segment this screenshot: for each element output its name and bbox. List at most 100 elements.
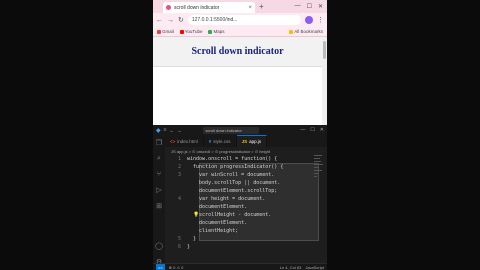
line-number: 1 xyxy=(177,156,181,162)
vscode-logo-icon: ◆ xyxy=(156,127,161,134)
line-text: function progressIndicator() { xyxy=(187,164,284,170)
problems-indicator[interactable]: ⊗ 0 ⚠ 0 xyxy=(169,265,184,270)
vscode-window: ◆ ≡ ← → scroll down indicator — ☐ ✕ ❐ ⌕ … xyxy=(153,125,327,270)
browser-tab-bar: scroll down indicator × + — ☐ ✕ xyxy=(153,0,327,13)
youtube-icon xyxy=(179,29,184,34)
profile-avatar[interactable] xyxy=(305,16,313,24)
line-text: } xyxy=(187,236,197,242)
back-icon[interactable]: ← xyxy=(156,17,163,24)
code-line: documentElement. xyxy=(165,219,327,227)
bookmark-gmail[interactable]: Gmail xyxy=(157,29,174,34)
tab-label: app.js xyxy=(249,139,262,144)
status-bar: >< ⊗ 0 ⚠ 0 Ln 4, Col 83 JavaScript xyxy=(153,263,327,270)
hamburger-menu-icon[interactable]: ≡ xyxy=(164,127,167,133)
nav-back-icon[interactable]: ← xyxy=(170,128,175,133)
activity-bar: ❐ ⌕ ⑂ ▷ ⊞ ◯ ⚙ xyxy=(153,135,165,270)
line-number: 2 xyxy=(177,164,181,170)
language-mode[interactable]: JavaScript xyxy=(305,265,324,270)
window-controls: — ☐ ✕ xyxy=(295,3,323,10)
code-line: clientHeight; xyxy=(165,227,327,235)
gmail-icon xyxy=(157,29,161,34)
code-line: 5 } xyxy=(165,235,327,243)
line-text: body.scrollTop || document. xyxy=(187,180,281,186)
line-number: 3 xyxy=(177,172,181,178)
cursor-position[interactable]: Ln 4, Col 83 xyxy=(280,265,302,270)
command-center-search[interactable]: scroll down indicator xyxy=(202,126,259,134)
js-file-icon: JS xyxy=(241,139,248,144)
line-text: scrollHeight - document. xyxy=(187,212,272,218)
line-text: var winScroll = document. xyxy=(187,172,275,178)
maps-icon xyxy=(208,29,213,34)
tab-label: index.html xyxy=(177,138,198,144)
line-text: } xyxy=(187,244,191,250)
breadcrumb[interactable]: JS app.js > ⊙ onscroll > ⊙ progressIndic… xyxy=(165,147,327,155)
code-line: documentElement.scrollTop; xyxy=(165,187,327,195)
code-line: documentElement. xyxy=(165,203,327,211)
vs-maximize-button[interactable]: ☐ xyxy=(310,127,314,133)
explorer-icon[interactable]: ❐ xyxy=(156,139,162,147)
browser-tab[interactable]: scroll down indicator × xyxy=(163,2,255,13)
search-icon[interactable]: ⌕ xyxy=(157,155,161,163)
all-bookmarks[interactable]: All Bookmarks xyxy=(289,29,323,34)
maximize-button[interactable]: ☐ xyxy=(307,3,312,10)
bookmark-label: YouTube xyxy=(184,29,203,34)
line-number: 6 xyxy=(177,244,181,250)
code-line: 4 var height = document. xyxy=(165,195,327,203)
remote-indicator[interactable]: >< xyxy=(156,263,165,270)
line-text: var height = document. xyxy=(187,196,266,202)
code-line: 3 var winScroll = document. xyxy=(165,171,327,179)
bookmark-youtube[interactable]: YouTube xyxy=(179,29,203,34)
line-text: documentElement. xyxy=(187,220,248,226)
page-scrollbar[interactable] xyxy=(322,37,327,125)
folder-icon xyxy=(289,29,294,34)
html-file-icon: <> xyxy=(170,138,176,144)
line-text: clientHeight; xyxy=(187,228,239,234)
code-line: scrollHeight - document. xyxy=(165,211,327,219)
page-header: Scroll down indicator xyxy=(153,37,322,67)
vs-minimize-button[interactable]: — xyxy=(300,127,305,133)
tab-index-html[interactable]: <> index.html xyxy=(165,135,204,147)
account-icon[interactable]: ◯ xyxy=(155,242,163,250)
close-window-button[interactable]: ✕ xyxy=(318,3,323,10)
reload-icon[interactable]: ↻ xyxy=(178,16,184,24)
run-debug-icon[interactable]: ▷ xyxy=(156,186,161,194)
vscode-window-controls: — ☐ ✕ xyxy=(300,127,324,133)
url-field[interactable]: 127.0.0.1:5500/ind... xyxy=(187,15,301,25)
scrollbar-thumb[interactable] xyxy=(323,41,326,59)
vscode-title-bar: ◆ ≡ ← → scroll down indicator — ☐ ✕ xyxy=(153,125,327,135)
menu-dots-icon[interactable]: ⋮ xyxy=(317,16,324,24)
nav-forward-icon[interactable]: → xyxy=(177,128,182,133)
page-title: Scroll down indicator xyxy=(191,46,284,57)
line-number: 4 xyxy=(177,196,181,202)
close-tab-icon[interactable]: × xyxy=(248,5,252,11)
tab-title: scroll down indicator xyxy=(174,4,220,11)
bookmarks-bar: Gmail YouTube Maps All Bookmarks xyxy=(153,27,327,37)
address-bar-row: ← → ↻ 127.0.0.1:5500/ind... ⋮ xyxy=(153,13,327,27)
source-control-icon[interactable]: ⑂ xyxy=(157,171,161,178)
bookmark-maps[interactable]: Maps xyxy=(208,29,224,34)
code-editor[interactable]: 💡 1 window.onscroll = function() { 2 fun… xyxy=(165,155,327,263)
tab-style-css[interactable]: # style.css xyxy=(204,135,237,147)
bookmark-label: Maps xyxy=(213,29,225,34)
code-line: 2 function progressIndicator() { xyxy=(165,163,327,171)
favicon-icon xyxy=(166,5,171,10)
screen: scroll down indicator × + — ☐ ✕ ← → ↻ 12… xyxy=(153,0,327,270)
minimap[interactable] xyxy=(314,155,324,195)
vs-close-button[interactable]: ✕ xyxy=(320,127,324,133)
css-file-icon: # xyxy=(208,138,212,144)
search-label: scroll down indicator xyxy=(205,127,242,133)
line-number: 5 xyxy=(177,236,181,242)
new-tab-button[interactable]: + xyxy=(259,2,264,11)
code-line: 1 window.onscroll = function() { xyxy=(165,155,327,163)
webpage-viewport: Scroll down indicator xyxy=(153,37,327,125)
right-letterbox xyxy=(327,0,480,270)
minimize-button[interactable]: — xyxy=(295,3,301,10)
extensions-icon[interactable]: ⊞ xyxy=(156,202,162,210)
tab-app-js[interactable]: JS app.js xyxy=(236,135,268,147)
line-text: window.onscroll = function() { xyxy=(187,156,278,162)
bookmark-label: Gmail xyxy=(162,29,174,34)
editor-tabs: <> index.html # style.css JS app.js xyxy=(165,135,327,147)
tab-label: style.css xyxy=(213,138,231,144)
forward-icon[interactable]: → xyxy=(167,17,174,24)
url-text: 127.0.0.1:5500/ind... xyxy=(191,17,238,23)
